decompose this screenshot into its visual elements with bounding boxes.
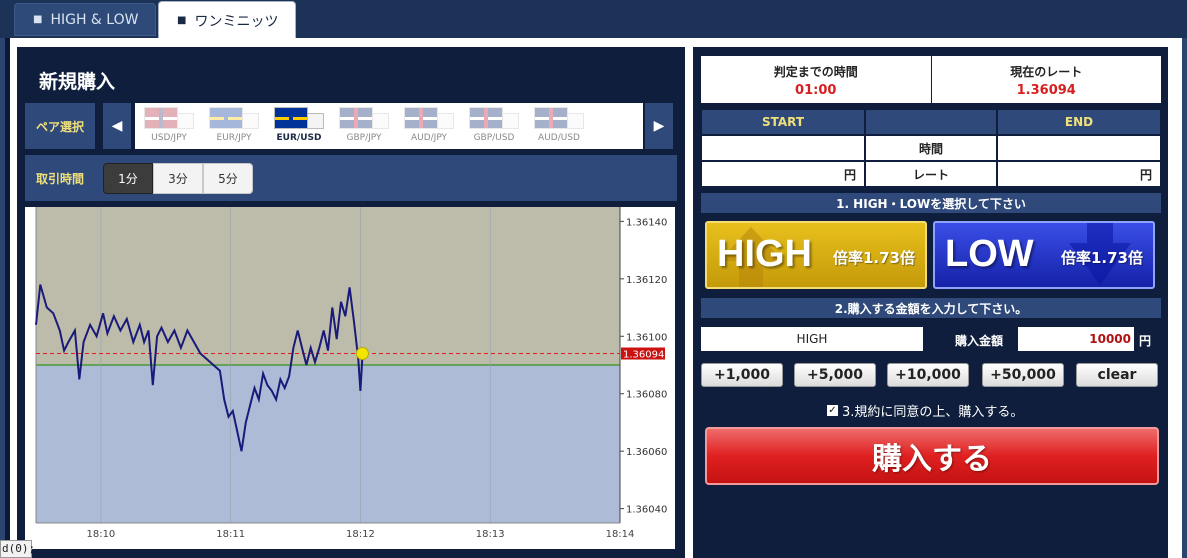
pair-item[interactable]: EUR/USD xyxy=(271,107,327,147)
amount-input[interactable]: 10000 xyxy=(1018,327,1134,351)
checkbox-icon[interactable]: ✓ xyxy=(827,405,838,416)
low-payout: 倍率1.73倍 xyxy=(1060,249,1143,267)
amount-label: 購入金額 xyxy=(955,334,1004,348)
agree-text: 3.規約に同意の上、購入する。 xyxy=(842,405,1024,420)
y-tick-label: 1.36060 xyxy=(626,447,667,458)
time-option-3min[interactable]: 3分 xyxy=(153,163,203,194)
x-tick-label: 18:14 xyxy=(606,529,635,540)
info-box: 判定までの時間 01:00 現在のレート 1.36094 xyxy=(701,56,1161,103)
end-header: END xyxy=(997,109,1161,135)
time-row-label: 時間 xyxy=(865,135,997,161)
status-text: d(0); xyxy=(0,540,35,558)
pair-code: AUD/JPY xyxy=(410,133,448,143)
selected-direction-field: HIGH xyxy=(701,327,923,351)
au-flag-icon xyxy=(404,107,454,131)
start-header: START xyxy=(701,109,865,135)
step2-label: 2.購入する金額を入力して下さい。 xyxy=(701,298,1161,318)
add-50000-button[interactable]: +50,000 xyxy=(982,363,1064,387)
trade-time-label: 取引時間 xyxy=(25,155,95,201)
high-label: HIGH xyxy=(717,233,812,275)
time-to-judge-label: 判定までの時間 xyxy=(773,65,858,79)
start-end-table: START END 時間 円 レート 円 xyxy=(701,109,1161,187)
pair-label: ペア選択 xyxy=(25,103,95,149)
time-option-5min[interactable]: 5分 xyxy=(203,163,253,194)
pair-item[interactable]: AUD/JPY xyxy=(401,107,457,147)
pair-item[interactable]: USD/JPY xyxy=(141,107,197,147)
price-chart: 18:10 18:11 18:12 18:13 18:14 1.36140 1.36120 1… xyxy=(25,207,675,549)
low-button[interactable]: LOW 倍率1.73倍 xyxy=(933,221,1155,289)
current-rate-label: 現在のレート xyxy=(1010,65,1083,79)
time-to-judge: 判定までの時間 01:00 xyxy=(701,56,931,103)
pair-code: EUR/JPY xyxy=(216,133,252,143)
eu-flag-icon xyxy=(274,107,324,131)
us-flag-icon xyxy=(144,107,194,131)
tab-high-low-label: HIGH & LOW xyxy=(50,11,139,28)
y-tick-label: 1.36100 xyxy=(626,332,667,343)
tab-one-minute[interactable]: ■ ワンミニッツ xyxy=(158,1,296,39)
au-flag-icon xyxy=(534,107,584,131)
agree-terms[interactable]: ✓ 3.規約に同意の上、購入する。 xyxy=(827,401,1023,420)
x-tick-label: 18:10 xyxy=(86,529,115,540)
high-payout: 倍率1.73倍 xyxy=(832,249,915,267)
pair-item[interactable]: AUD/USD xyxy=(531,107,587,147)
eu-flag-icon xyxy=(209,107,259,131)
square-icon: ■ xyxy=(33,14,43,25)
middle-header xyxy=(865,109,997,135)
start-rate-cell: 円 xyxy=(701,161,865,187)
pair-code: AUD/USD xyxy=(538,133,580,143)
order-panel: 判定までの時間 01:00 現在のレート 1.36094 START END 時… xyxy=(693,47,1168,558)
step1-label: 1. HIGH・LOWを選択して下さい xyxy=(701,193,1161,213)
pair-selector: ペア選択 ◀ USD/JPY EUR/JPY EUR/USD GBP/JPY AUD/J… xyxy=(25,103,677,149)
panel-title: 新規購入 xyxy=(39,71,116,93)
uk-flag-icon xyxy=(469,107,519,131)
x-tick-label: 18:13 xyxy=(476,529,505,540)
current-rate-value: 1.36094 xyxy=(1016,83,1076,98)
trade-time-options: 1分 3分 5分 xyxy=(103,163,253,194)
y-tick-label: 1.36040 xyxy=(626,505,667,516)
y-tick-label: 1.36140 xyxy=(626,217,667,228)
pair-item[interactable]: GBP/JPY xyxy=(336,107,392,147)
pair-prev-button[interactable]: ◀ xyxy=(103,103,131,149)
x-tick-label: 18:11 xyxy=(216,529,245,540)
time-to-judge-value: 01:00 xyxy=(795,83,837,98)
low-label: LOW xyxy=(945,233,1034,275)
pair-item[interactable]: EUR/JPY xyxy=(206,107,262,147)
y-tick-label: 1.36080 xyxy=(626,390,667,401)
high-button[interactable]: HIGH 倍率1.73倍 xyxy=(705,221,927,289)
start-time-cell xyxy=(701,135,865,161)
x-tick-label: 18:12 xyxy=(346,529,375,540)
table-row: 時間 xyxy=(701,135,1161,161)
pair-code: USD/JPY xyxy=(151,133,187,143)
rate-row-label: レート xyxy=(865,161,997,187)
price-chart-svg: 18:10 18:11 18:12 18:13 18:14 1.36140 1.36120 1… xyxy=(35,207,667,540)
current-rate: 現在のレート 1.36094 xyxy=(930,56,1162,103)
tab-bar: ■ HIGH & LOW ■ ワンミニッツ xyxy=(0,0,1187,39)
tab-high-low[interactable]: ■ HIGH & LOW xyxy=(14,3,156,36)
buy-button[interactable]: 購入する xyxy=(705,427,1159,485)
tab-one-minute-label: ワンミニッツ xyxy=(194,13,279,30)
end-rate-cell: 円 xyxy=(997,161,1161,187)
pair-code: EUR/USD xyxy=(276,133,322,143)
table-row: 円 レート 円 xyxy=(701,161,1161,187)
square-icon: ■ xyxy=(177,15,187,26)
add-1000-button[interactable]: +1,000 xyxy=(701,363,783,387)
add-10000-button[interactable]: +10,000 xyxy=(887,363,969,387)
uk-flag-icon xyxy=(339,107,389,131)
pair-list: USD/JPY EUR/JPY EUR/USD GBP/JPY AUD/JPY GBP/U… xyxy=(135,103,643,149)
current-price-marker xyxy=(355,347,369,361)
current-rate-tag-label: 1.36094 xyxy=(623,350,664,361)
table-header: START END xyxy=(701,109,1161,135)
trade-time-row: 取引時間 1分 3分 5分 xyxy=(25,155,677,201)
time-option-1min[interactable]: 1分 xyxy=(103,163,153,194)
yen-label: 円 xyxy=(1139,334,1152,348)
y-tick-label: 1.36120 xyxy=(626,275,667,286)
add-5000-button[interactable]: +5,000 xyxy=(794,363,876,387)
end-time-cell xyxy=(997,135,1161,161)
pair-next-button[interactable]: ▶ xyxy=(645,103,673,149)
clear-button[interactable]: clear xyxy=(1076,363,1158,387)
pair-item[interactable]: GBP/USD xyxy=(466,107,522,147)
pair-code: GBP/JPY xyxy=(346,133,382,143)
low-zone xyxy=(36,365,620,523)
pair-code: GBP/USD xyxy=(473,133,515,143)
